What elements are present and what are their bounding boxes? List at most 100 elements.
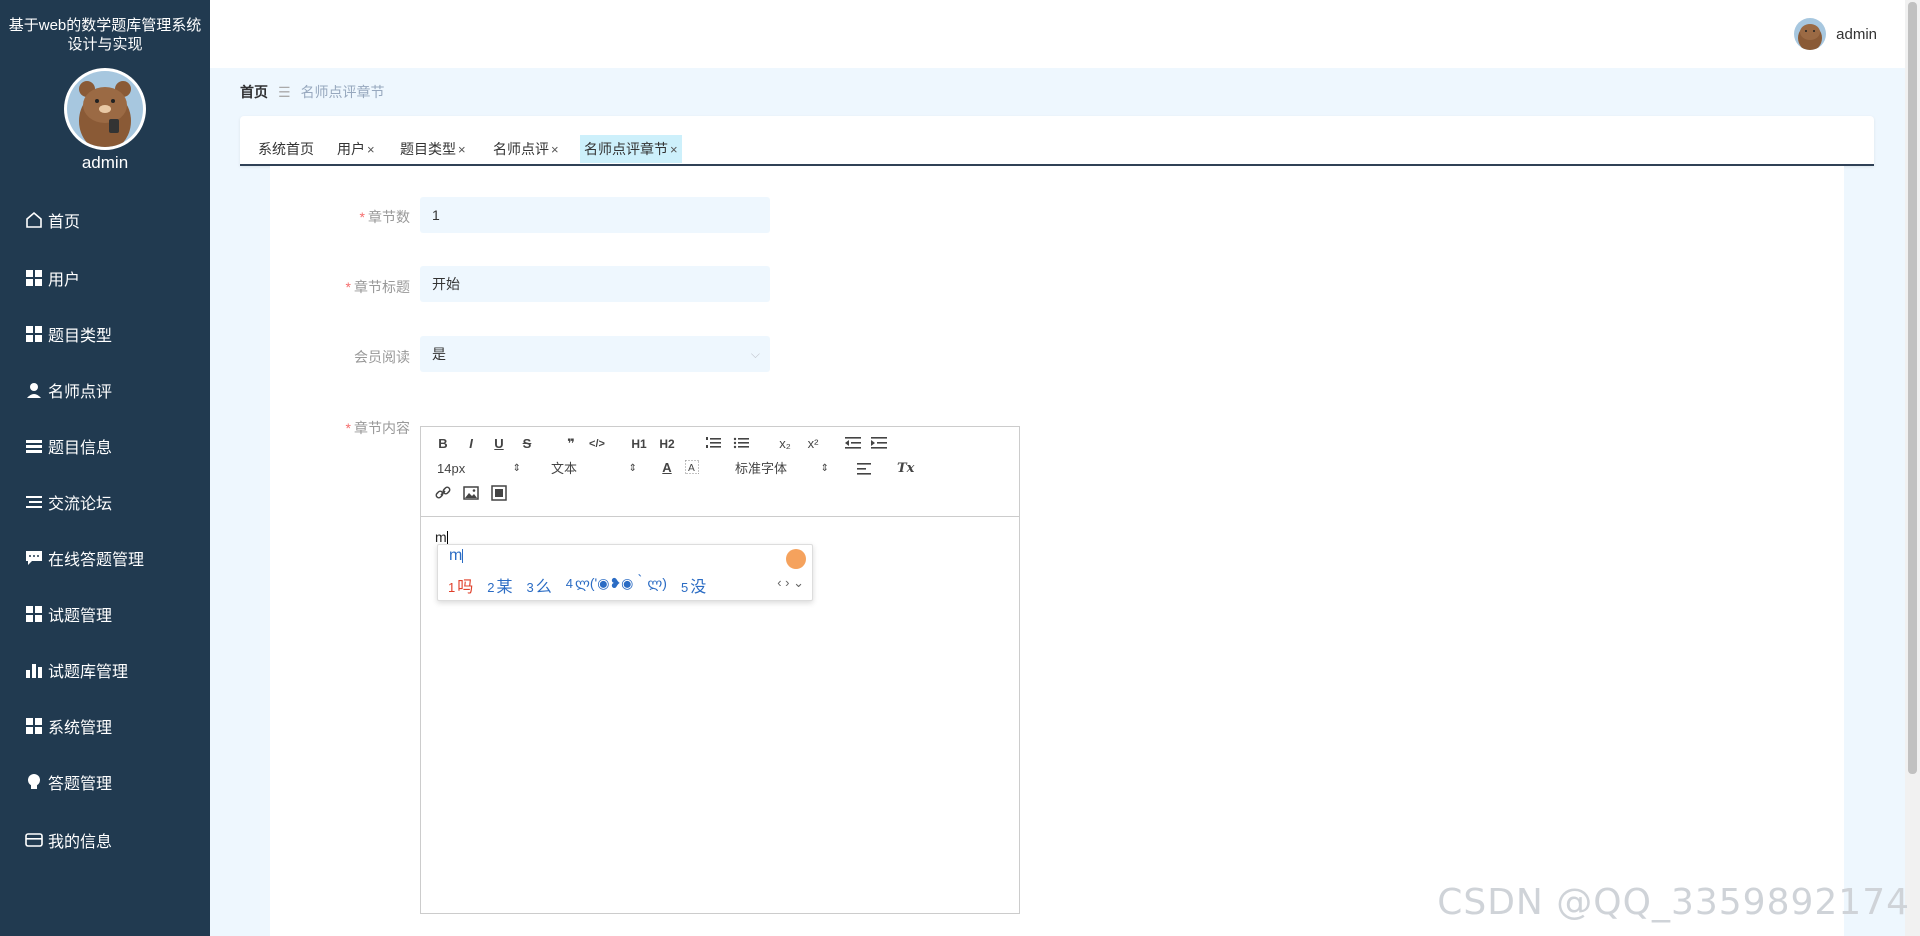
chat-icon [24,548,44,568]
bold-button[interactable]: B [433,435,453,453]
close-icon[interactable]: × [670,142,678,157]
rich-text-editor: B I U S ❞ </> H1 H2 x₂ x² 14px ⇕ 文本 ⇕ A A [420,426,1020,914]
editor-text: m [435,529,447,545]
sidebar-item-label: 题目信息 [48,440,113,457]
sidebar-item-answer-management[interactable]: 答题管理 [0,760,210,804]
sidebar-avatar [64,68,146,150]
chapter-content-label: * 章节内容 [345,420,410,436]
sidebar-item-question-types[interactable]: 题目类型 [0,312,210,356]
member-read-value: 是 [432,346,446,362]
sidebar-item-question-bank[interactable]: 试题库管理 [0,648,210,692]
font-color-button[interactable]: A [657,459,677,477]
align-left-icon[interactable] [857,462,873,481]
tags-view: 系统首页 用户 × 题目类型 × 名师点评 × 名师点评章节 × [240,116,1874,166]
close-icon[interactable]: × [551,142,559,157]
required-mark: * [345,279,351,295]
list-icon [24,492,44,512]
subscript-button[interactable]: x₂ [775,435,795,453]
chapter-num-input[interactable]: 1 [420,197,770,233]
ordered-list-icon[interactable] [705,436,721,455]
superscript-button[interactable]: x² [803,435,823,453]
sidebar-item-system[interactable]: 系统管理 [0,704,210,748]
tab-label: 题目类型 [400,141,456,157]
heading2-button[interactable]: H2 [657,435,677,453]
updown-icon: ⇕ [628,463,637,474]
list-icon [24,436,44,456]
font-size-select[interactable]: 14px ⇕ [437,460,521,478]
chapter-title-label: * 章节标题 [345,279,410,295]
card-icon [24,830,44,850]
sidebar-item-teacher-review[interactable]: 名师点评 [0,368,210,412]
ime-page-nav[interactable]: ‹ › ⌄ [777,575,804,591]
indent-icon[interactable] [871,436,887,455]
ime-candidate[interactable]: 2某 [487,573,512,597]
underline-button[interactable]: U [489,435,509,453]
member-read-select[interactable]: 是 ⌵ [420,336,770,372]
font-family-select[interactable]: 标准字体 ⇕ [735,460,829,478]
close-icon[interactable]: × [458,142,466,157]
sidebar-username: admin [81,153,129,172]
sidebar-item-label: 系统管理 [48,720,113,737]
scrollbar-thumb[interactable] [1908,2,1917,774]
tab-users[interactable]: 用户 × [333,135,379,163]
breadcrumb-home[interactable]: 首页 [240,82,268,102]
background-color-icon[interactable]: A [684,459,700,479]
quote-icon[interactable]: ❞ [561,435,581,453]
tab-system-home[interactable]: 系统首页 [254,135,318,163]
top-username[interactable]: admin [1836,26,1877,43]
sidebar-item-online-answer[interactable]: 在线答题管理 [0,536,210,580]
updown-icon: ⇕ [820,463,829,474]
page-scrollbar[interactable] [1905,0,1920,936]
sidebar-item-home[interactable]: 首页 [0,198,210,242]
member-read-label: 会员阅读 [354,349,410,365]
strike-button[interactable]: S [517,435,537,453]
chevron-down-icon: ⌵ [750,347,760,361]
tab-label: 名师点评 [493,141,549,157]
link-icon[interactable] [435,485,451,506]
sidebar-item-label: 名师点评 [48,384,113,401]
sidebar-item-label: 我的信息 [48,834,113,851]
italic-button[interactable]: I [461,435,481,453]
home-icon [24,210,44,230]
heading1-button[interactable]: H1 [629,435,649,453]
sidebar-item-my-info[interactable]: 我的信息 [0,818,210,862]
ime-candidate-list: 1吗 2某 3么 4 ლ('◉❥◉｀ლ) 5没 [448,573,706,597]
tab-label: 用户 [337,141,365,157]
user-menu[interactable]: admin [1794,18,1877,50]
tab-teacher-review[interactable]: 名师点评 × [489,135,563,163]
ime-candidate[interactable]: 5没 [681,573,706,597]
required-mark: * [359,209,365,225]
sidebar-item-label: 在线答题管理 [48,552,145,569]
bullet-list-icon[interactable] [733,436,749,455]
header-select[interactable]: 文本 ⇕ [551,460,637,478]
tab-question-types[interactable]: 题目类型 × [396,135,470,163]
top-header: admin [210,0,1905,68]
bar-chart-icon [24,660,44,680]
sidebar-item-forum[interactable]: 交流论坛 [0,480,210,524]
tab-teacher-review-chapter[interactable]: 名师点评章节 × [580,135,682,163]
sidebar-item-users[interactable]: 用户 [0,256,210,300]
grid-icon [24,268,44,288]
sidebar-item-label: 试题管理 [48,608,113,625]
sidebar-item-label: 试题库管理 [48,664,129,681]
chapter-title-input[interactable]: 开始 [420,266,770,302]
sidebar-item-label: 用户 [48,272,81,289]
sidebar-item-exam-management[interactable]: 试题管理 [0,592,210,636]
person-icon [24,380,44,400]
ime-candidate[interactable]: 4 ლ('◉❥◉｀ლ) [566,573,667,597]
required-mark: * [345,420,351,436]
sidebar-item-question-info[interactable]: 题目信息 [0,424,210,468]
ime-candidate[interactable]: 3么 [527,573,552,597]
ime-candidate[interactable]: 1吗 [448,573,473,597]
outdent-icon[interactable] [845,436,861,455]
avatar[interactable] [1794,18,1827,50]
image-icon[interactable] [463,485,479,506]
close-icon[interactable]: × [367,142,375,157]
chapter-num-label: * 章节数 [359,209,410,225]
clear-format-button[interactable]: Tx [897,460,914,478]
code-icon[interactable]: </> [587,435,607,453]
ime-composition: m [449,547,464,564]
watermark: CSDN @QQ_3359892174 [1437,882,1910,923]
grid-icon [24,716,44,736]
video-icon[interactable] [491,485,507,506]
